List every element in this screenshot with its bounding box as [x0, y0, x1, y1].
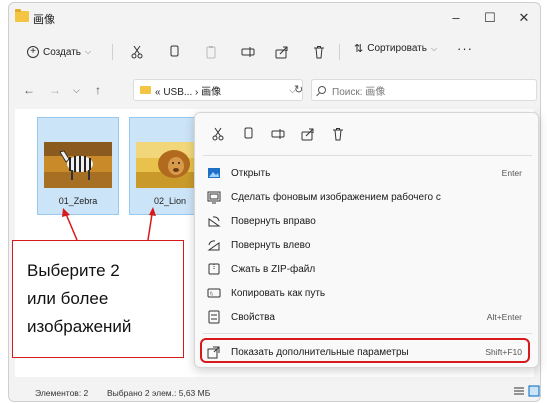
- highlight-frame: [200, 338, 530, 363]
- annotation-callout: Выберите 2 или более изображений: [12, 240, 184, 358]
- menu-item-rotate-left[interactable]: Повернуть влево: [201, 233, 534, 257]
- sort-icon: ⇅: [354, 43, 364, 55]
- rotate-left-icon: [207, 240, 220, 251]
- menu-item-label: Свойства: [231, 311, 275, 323]
- address-bar[interactable]: « USB... › 画像 ⌵: [133, 79, 303, 101]
- file-name: 01_Zebra: [58, 196, 98, 206]
- search-placeholder: Поиск: 画像: [332, 86, 386, 98]
- menu-item-label: Копировать как путь: [231, 287, 326, 299]
- up-arrow-icon[interactable]: ↑: [95, 83, 101, 97]
- menu-item-label: Открыть: [231, 167, 271, 179]
- sort-button[interactable]: ⇅ Сортировать ⌵: [354, 42, 437, 55]
- copy-icon[interactable]: [167, 45, 181, 59]
- rename-icon[interactable]: [271, 127, 285, 141]
- share-icon[interactable]: [275, 45, 289, 59]
- menu-item-rotate-right[interactable]: Повернуть вправо: [201, 209, 534, 233]
- menu-item-compress-zip[interactable]: Сжать в ZIP-файл: [201, 257, 534, 281]
- menu-item-copy-path[interactable]: \\ Копировать как путь: [201, 281, 534, 305]
- details-view-icon[interactable]: [513, 385, 525, 397]
- tiles-view-icon[interactable]: [528, 385, 540, 397]
- close-button[interactable]: ✕: [509, 8, 539, 28]
- image-icon: [208, 168, 220, 178]
- delete-icon[interactable]: [312, 45, 326, 59]
- selection-info: Выбрано 2 элем.: 5,63 МБ: [107, 388, 211, 398]
- wallpaper-icon: [207, 191, 221, 204]
- minimize-button[interactable]: –: [441, 8, 471, 28]
- file-item[interactable]: 01_Zebra: [37, 117, 119, 215]
- back-arrow-icon[interactable]: ←: [23, 83, 35, 97]
- recent-chevron-icon[interactable]: ⌵: [73, 85, 80, 96]
- window-title: 画像: [33, 14, 55, 26]
- search-box[interactable]: Поиск: 画像: [311, 79, 537, 101]
- menu-item-set-wallpaper[interactable]: Сделать фоновым изображением рабочего с: [201, 185, 534, 209]
- maximize-button[interactable]: ☐: [475, 8, 505, 28]
- title-bar: 画像 – ☐ ✕: [9, 3, 540, 33]
- status-bar: Элементов: 2 Выбрано 2 элем.: 5,63 МБ: [9, 383, 540, 401]
- menu-item-label: Повернуть вправо: [231, 215, 316, 227]
- annotation-line: или более: [27, 289, 109, 308]
- zebra-thumbnail-icon: [44, 142, 112, 188]
- annotation-line: изображений: [27, 317, 132, 336]
- annotation-line: Выберите 2: [27, 261, 120, 280]
- zip-icon: [208, 263, 220, 275]
- more-options-button[interactable]: ···: [457, 41, 473, 56]
- menu-item-label: Сделать фоновым изображением рабочего с: [231, 191, 441, 203]
- create-label: Создать: [43, 46, 82, 58]
- item-count: Элементов: 2: [35, 388, 89, 398]
- cut-icon[interactable]: [211, 127, 225, 141]
- menu-divider: [203, 333, 532, 334]
- plus-icon: +: [27, 46, 39, 58]
- copy-icon[interactable]: [241, 127, 255, 141]
- menu-item-label: Сжать в ZIP-файл: [231, 263, 316, 275]
- menu-item-properties[interactable]: Свойства Alt+Enter: [201, 305, 534, 329]
- rename-icon[interactable]: [241, 45, 255, 59]
- chevron-down-icon: ⌵: [85, 47, 92, 56]
- menu-item-open[interactable]: Открыть Enter: [201, 161, 534, 185]
- sort-label: Сортировать: [367, 43, 427, 54]
- search-icon: [318, 86, 326, 94]
- chevron-down-icon: ⌵: [430, 43, 438, 53]
- divider: [339, 44, 340, 60]
- context-menu: Открыть Enter Сделать фоновым изображени…: [194, 112, 539, 368]
- properties-icon: [208, 310, 220, 324]
- delete-icon[interactable]: [331, 127, 345, 141]
- forward-arrow-icon[interactable]: →: [49, 83, 61, 97]
- folder-icon: [140, 86, 151, 94]
- paste-icon[interactable]: [204, 45, 218, 59]
- share-icon[interactable]: [301, 127, 315, 141]
- menu-item-label: Повернуть влево: [231, 239, 311, 251]
- menu-divider: [203, 155, 532, 156]
- rotate-right-icon: [208, 216, 221, 227]
- command-bar: + Создать ⌵ ⇅ Сортировать ⌵ ···: [9, 35, 540, 67]
- menu-item-shortcut: Enter: [501, 168, 522, 178]
- address-path: « USB... › 画像: [155, 86, 222, 98]
- cut-icon[interactable]: [130, 45, 144, 59]
- divider: [112, 44, 113, 60]
- menu-item-shortcut: Alt+Enter: [486, 312, 522, 322]
- refresh-icon[interactable]: ↻: [294, 83, 303, 96]
- create-button[interactable]: + Создать ⌵: [27, 41, 91, 63]
- folder-icon: [15, 9, 29, 22]
- address-row: ← → ⌵ ↑ « USB... › 画像 ⌵ ↻ Поиск: 画像: [9, 75, 540, 105]
- copy-path-icon: \\: [207, 288, 221, 298]
- context-quick-actions: [195, 113, 538, 151]
